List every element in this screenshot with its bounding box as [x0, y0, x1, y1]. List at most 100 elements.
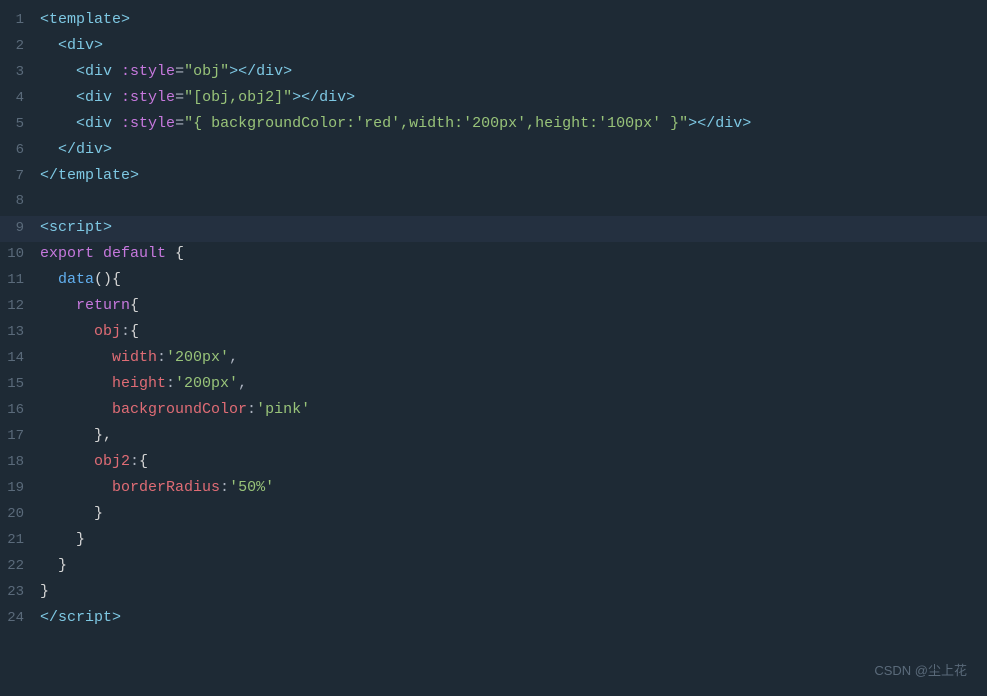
line-content: borderRadius:'50%' — [40, 476, 987, 500]
string-val-token: '200px' — [175, 375, 238, 392]
plain-token: : — [157, 349, 166, 366]
tag-bracket-token: < — [40, 11, 49, 28]
code-line: 8 — [0, 190, 987, 216]
plain-token: : — [130, 453, 139, 470]
code-line: 16 backgroundColor:'pink' — [0, 398, 987, 424]
line-number: 7 — [0, 165, 40, 187]
line-content: width:'200px', — [40, 346, 987, 370]
code-line: 1<template> — [0, 8, 987, 34]
line-content: <script> — [40, 216, 987, 240]
code-line: 17 }, — [0, 424, 987, 450]
line-content: } — [40, 554, 987, 578]
line-content: } — [40, 528, 987, 552]
line-content: <div> — [40, 34, 987, 58]
tag-name-token: template — [58, 167, 130, 184]
plain-token — [40, 427, 94, 444]
code-line: 5 <div :style="{ backgroundColor:'red',w… — [0, 112, 987, 138]
plain-token — [40, 557, 58, 574]
line-number: 6 — [0, 139, 40, 161]
line-content: } — [40, 502, 987, 526]
tag-bracket-token: > — [121, 11, 130, 28]
tag-name-token: div — [715, 115, 742, 132]
code-line: 19 borderRadius:'50%' — [0, 476, 987, 502]
plain-token — [40, 271, 58, 288]
line-number: 15 — [0, 373, 40, 395]
tag-name-token: template — [49, 11, 121, 28]
prop-name-token: obj — [94, 323, 121, 340]
plain-token — [40, 63, 76, 80]
keyword-default-token: default — [103, 245, 175, 262]
code-line: 12 return{ — [0, 294, 987, 320]
attr-name-token: :style — [121, 115, 175, 132]
plain-token — [40, 401, 112, 418]
line-content: <div :style="[obj,obj2]"></div> — [40, 86, 987, 110]
line-number: 14 — [0, 347, 40, 369]
line-content: <template> — [40, 8, 987, 32]
tag-bracket-token: </ — [238, 63, 256, 80]
tag-bracket-token: > — [346, 89, 355, 106]
brace-token: (){ — [94, 271, 121, 288]
code-line: 15 height:'200px', — [0, 372, 987, 398]
plain-token: = — [175, 89, 184, 106]
attr-value-token: "obj" — [184, 63, 229, 80]
prop-name-token: backgroundColor — [112, 401, 247, 418]
tag-bracket-token: < — [76, 115, 85, 132]
code-line: 14 width:'200px', — [0, 346, 987, 372]
line-number: 17 — [0, 425, 40, 447]
plain-token — [40, 115, 76, 132]
plain-token — [40, 89, 76, 106]
line-number: 5 — [0, 113, 40, 135]
line-content: height:'200px', — [40, 372, 987, 396]
string-val-token: '50%' — [229, 479, 274, 496]
tag-bracket-token: > — [283, 63, 292, 80]
line-content: return{ — [40, 294, 987, 318]
code-line: 10export default { — [0, 242, 987, 268]
brace-token: { — [130, 297, 139, 314]
code-line: 6 </div> — [0, 138, 987, 164]
code-line: 24</script> — [0, 606, 987, 632]
attr-value-token: "[obj,obj2]" — [184, 89, 292, 106]
code-line: 22 } — [0, 554, 987, 580]
tag-bracket-token: > — [112, 609, 121, 626]
code-line: 13 obj:{ — [0, 320, 987, 346]
plain-token: : — [166, 375, 175, 392]
line-content: <div :style="{ backgroundColor:'red',wid… — [40, 112, 987, 136]
brace-token: { — [139, 453, 148, 470]
code-line: 9<script> — [0, 216, 987, 242]
line-number: 2 — [0, 35, 40, 57]
line-number: 22 — [0, 555, 40, 577]
brace-token: } — [76, 531, 85, 548]
code-line: 7</template> — [0, 164, 987, 190]
tag-bracket-token: < — [76, 63, 85, 80]
line-number: 19 — [0, 477, 40, 499]
brace-token: } — [58, 557, 67, 574]
tag-bracket-token: > — [229, 63, 238, 80]
tag-bracket-token: > — [688, 115, 697, 132]
tag-bracket-token: </ — [58, 141, 76, 158]
tag-bracket-token: > — [292, 89, 301, 106]
code-line: 11 data(){ — [0, 268, 987, 294]
plain-token — [40, 531, 76, 548]
tag-name-token: script — [58, 609, 112, 626]
line-number: 10 — [0, 243, 40, 265]
brace-token: } — [94, 505, 103, 522]
plain-token: , — [238, 375, 247, 392]
line-content: </script> — [40, 606, 987, 630]
tag-bracket-token: > — [742, 115, 751, 132]
code-line: 18 obj2:{ — [0, 450, 987, 476]
line-content: } — [40, 580, 987, 604]
prop-name-token: height — [112, 375, 166, 392]
plain-token: = — [175, 63, 184, 80]
keyword-token: return — [76, 297, 130, 314]
tag-name-token: script — [49, 219, 103, 236]
brace-token: { — [175, 245, 184, 262]
tag-name-token: div — [85, 63, 121, 80]
line-content: </template> — [40, 164, 987, 188]
code-editor: 1<template>2 <div>3 <div :style="obj"></… — [0, 0, 987, 696]
line-number: 23 — [0, 581, 40, 603]
tag-bracket-token: </ — [40, 609, 58, 626]
line-number: 12 — [0, 295, 40, 317]
line-content: </div> — [40, 138, 987, 162]
tag-bracket-token: </ — [301, 89, 319, 106]
line-content: backgroundColor:'pink' — [40, 398, 987, 422]
